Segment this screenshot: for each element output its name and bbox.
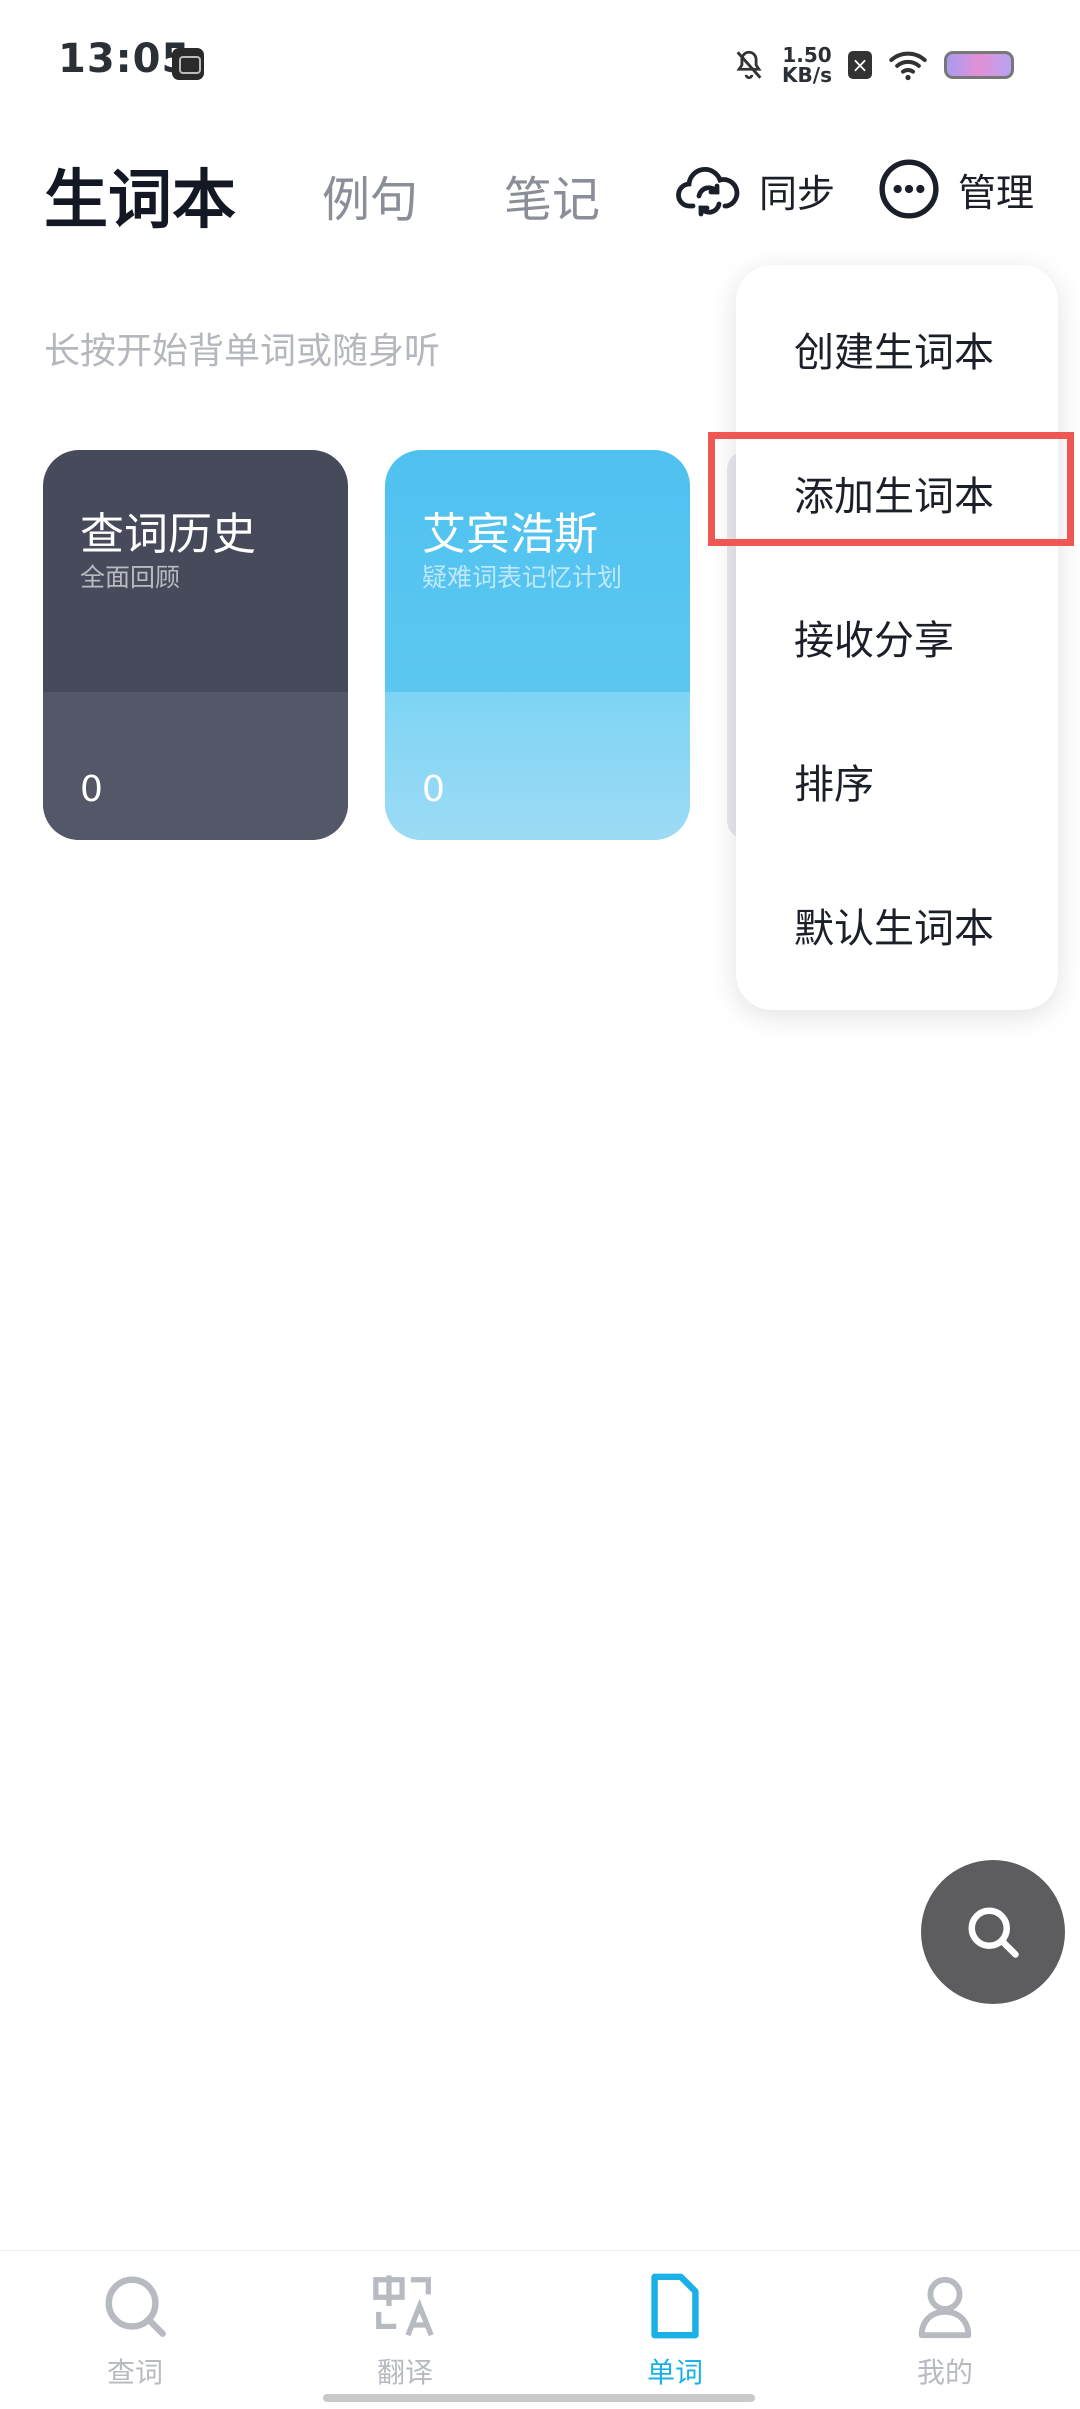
menu-item-sort[interactable]: 排序 <box>794 755 874 815</box>
bottom-nav: 查词 翻译 单词 我的 <box>0 2250 1080 2409</box>
bell-muted-icon <box>736 50 762 80</box>
wordbook-card-ebbinghaus[interactable]: 艾宾浩斯 疑难词表记忆计划 0 <box>385 450 690 840</box>
document-icon <box>651 2273 699 2339</box>
nav-item-translate[interactable]: 翻译 <box>325 2271 485 2391</box>
manage-button[interactable]: 管理 <box>878 158 1034 220</box>
nav-label: 翻译 <box>376 2356 433 2389</box>
card-lower-band <box>385 692 690 840</box>
card-word-count: 0 <box>422 769 445 810</box>
hint-text: 长按开始背单词或随身听 <box>44 331 441 372</box>
translate-icon <box>373 2275 434 2337</box>
floating-search-button[interactable] <box>921 1860 1065 2004</box>
user-icon <box>918 2276 972 2339</box>
manage-dropdown-menu: 创建生词本 添加生词本 接收分享 排序 默认生词本 <box>736 265 1058 1010</box>
highlight-box <box>708 432 1074 546</box>
status-icons: 1.50 KB/s × <box>732 40 1014 90</box>
header-tabs: 生词本 例句 笔记 <box>44 150 686 240</box>
tab-vocabulary-book[interactable]: 生词本 <box>44 149 236 241</box>
network-speed: 1.50 KB/s <box>782 45 832 85</box>
menu-item-receive-share[interactable]: 接收分享 <box>794 611 954 671</box>
network-speed-value: 1.50 <box>782 43 832 67</box>
nav-label: 查词 <box>106 2356 163 2389</box>
card-lower-band <box>43 692 348 840</box>
card-subtitle: 疑难词表记忆计划 <box>422 563 623 592</box>
home-indicator[interactable] <box>323 2394 755 2402</box>
wifi-icon <box>889 51 927 81</box>
card-subtitle: 全面回顾 <box>80 563 181 592</box>
menu-item-create-wordbook[interactable]: 创建生词本 <box>794 323 994 383</box>
search-icon <box>105 2276 166 2337</box>
manage-label: 管理 <box>958 170 1035 215</box>
nav-label: 单词 <box>646 2356 703 2389</box>
wordbook-card-history[interactable]: 查词历史 全面回顾 0 <box>43 450 348 840</box>
nav-item-lookup[interactable]: 查词 <box>55 2271 215 2391</box>
nav-label: 我的 <box>916 2356 973 2389</box>
status-time: 13:05 <box>58 36 191 82</box>
nav-item-words[interactable]: 单词 <box>595 2271 755 2391</box>
card-title: 艾宾浩斯 <box>422 509 598 560</box>
battery-icon <box>944 51 1014 79</box>
x-badge-icon: × <box>848 51 872 79</box>
card-title: 查词历史 <box>80 509 256 560</box>
more-circle-icon <box>879 159 939 219</box>
app-badge-icon <box>172 48 204 80</box>
status-bar: 13:05 1.50 KB/s × <box>0 0 1080 130</box>
cloud-sync-icon <box>676 167 740 217</box>
menu-item-default-wordbook[interactable]: 默认生词本 <box>794 899 994 959</box>
tab-notes[interactable]: 笔记 <box>504 160 600 230</box>
tab-example-sentences[interactable]: 例句 <box>322 160 418 230</box>
card-word-count: 0 <box>80 769 103 810</box>
search-icon <box>968 1907 1019 1958</box>
sync-button[interactable]: 同步 <box>675 158 835 222</box>
nav-item-me[interactable]: 我的 <box>865 2271 1025 2391</box>
sync-label: 同步 <box>759 171 836 216</box>
network-speed-unit: KB/s <box>782 63 832 87</box>
